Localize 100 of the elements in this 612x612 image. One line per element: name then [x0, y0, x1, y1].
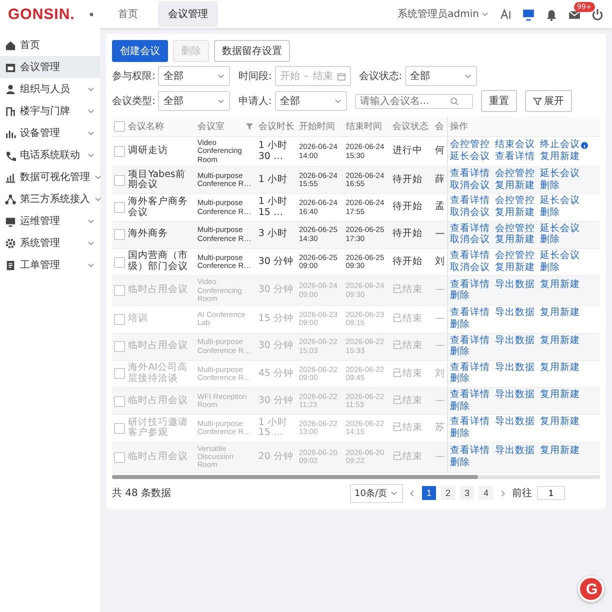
toolbar-button[interactable]: 创建会议 [112, 40, 168, 62]
action-link[interactable]: 延长会议 [540, 196, 580, 208]
user-menu[interactable]: 系统管理员admin [398, 7, 489, 21]
checkbox[interactable] [114, 202, 125, 214]
sidebar-item[interactable]: 首页 [0, 34, 100, 56]
action-link[interactable]: 删除 [450, 428, 470, 440]
action-link[interactable]: 复用新建 [540, 336, 580, 346]
action-link[interactable]: 取消会议 [450, 208, 490, 219]
action-link[interactable]: 删除 [450, 320, 470, 331]
sidebar-item[interactable]: 电话系统联动 [0, 144, 100, 166]
filter-select[interactable]: 全部 [274, 91, 347, 111]
action-link[interactable]: 查看详情 [450, 224, 490, 234]
monitor-icon[interactable] [522, 8, 535, 20]
page-button[interactable]: 4 [479, 486, 493, 500]
action-link[interactable]: 延长会议 [540, 224, 580, 234]
action-link[interactable]: 查看详情 [450, 250, 490, 262]
action-link[interactable]: 查看详情 [450, 446, 490, 457]
action-link[interactable]: 删除 [540, 235, 560, 246]
filter-select[interactable]: 全部 [405, 66, 478, 86]
filter-select[interactable]: 全部 [158, 66, 230, 86]
action-link[interactable]: 取消会议 [450, 180, 490, 192]
action-link[interactable]: 查看详情 [450, 308, 490, 319]
action-link[interactable]: 删除 [540, 180, 560, 192]
action-link[interactable]: 查看详情 [450, 196, 490, 208]
action-link[interactable]: 延长会议 [540, 250, 580, 262]
checkbox[interactable] [114, 341, 125, 352]
action-link[interactable]: 查看详情 [494, 152, 535, 163]
action-link[interactable]: 取消会议 [450, 235, 490, 246]
action-link[interactable]: 复用新建 [540, 152, 580, 163]
action-link[interactable]: 删除 [540, 208, 560, 219]
action-link[interactable]: 复用新建 [540, 280, 580, 290]
action-link[interactable]: 复用新建 [540, 417, 580, 428]
action-link[interactable]: 导出数据 [494, 336, 535, 346]
action-link[interactable]: 复用新建 [494, 208, 535, 219]
action-link[interactable]: 导出数据 [494, 390, 535, 401]
toolbar-button[interactable]: 数据留存设置 [214, 40, 290, 62]
expand-button[interactable]: 展开 [524, 90, 572, 112]
action-link[interactable]: 查看详情 [450, 417, 490, 428]
action-link[interactable]: 会控管控 [494, 169, 535, 180]
action-link[interactable]: 终止会议 [540, 140, 588, 152]
action-link[interactable]: 查看详情 [450, 390, 490, 401]
sidebar-item[interactable]: 会议管理 [0, 56, 100, 78]
checkbox[interactable] [114, 452, 125, 463]
action-link[interactable]: 导出数据 [494, 417, 535, 428]
action-link[interactable]: 延长会议 [450, 152, 490, 163]
action-link[interactable]: 会控管控 [494, 250, 535, 262]
filter-icon[interactable] [245, 122, 254, 131]
action-link[interactable]: 复用新建 [494, 180, 535, 192]
sidebar-item[interactable]: 设备管理 [0, 122, 100, 144]
reset-button[interactable]: 重置 [480, 90, 517, 112]
checkbox[interactable] [114, 174, 125, 186]
page-button[interactable]: 2 [441, 486, 455, 500]
action-link[interactable]: 查看详情 [450, 362, 490, 374]
checkbox[interactable] [114, 314, 125, 325]
sidebar-item[interactable]: 系统管理 [0, 232, 100, 254]
checkbox[interactable] [114, 285, 125, 296]
action-link[interactable]: 会控管控 [450, 140, 490, 152]
action-link[interactable]: 会控管控 [494, 224, 535, 234]
sidebar-item[interactable]: 第三方系统接入 [0, 188, 100, 210]
action-link[interactable]: 复用新建 [540, 390, 580, 401]
action-link[interactable]: 删除 [450, 291, 470, 302]
action-link[interactable]: 删除 [450, 374, 470, 386]
text-size-icon[interactable] [499, 8, 512, 20]
checkbox[interactable] [114, 146, 125, 158]
page-button[interactable]: 1 [422, 486, 436, 500]
action-link[interactable]: 删除 [450, 458, 470, 468]
action-link[interactable]: 导出数据 [494, 362, 535, 374]
action-link[interactable]: 导出数据 [494, 308, 535, 319]
action-link[interactable]: 导出数据 [494, 446, 535, 457]
checkbox[interactable] [114, 229, 125, 240]
checkbox[interactable] [114, 121, 125, 132]
floating-logo-button[interactable]: G [578, 576, 604, 602]
sidebar-item[interactable]: 楼宇与门牌 [0, 100, 100, 122]
checkbox[interactable] [114, 422, 125, 434]
action-link[interactable]: 会控管控 [494, 196, 535, 208]
checkbox[interactable] [114, 368, 125, 380]
action-link[interactable]: 复用新建 [540, 308, 580, 319]
action-link[interactable]: 延长会议 [540, 169, 580, 180]
action-link[interactable]: 查看详情 [450, 336, 490, 346]
page-input[interactable]: 1 [537, 486, 565, 500]
page-size-select[interactable]: 10条/页 [350, 484, 403, 503]
scrollbar[interactable] [112, 474, 600, 479]
action-link[interactable]: 查看详情 [450, 169, 490, 180]
action-link[interactable]: 删除 [450, 402, 470, 412]
checkbox[interactable] [114, 256, 125, 268]
sidebar-item[interactable]: 组织与人员 [0, 78, 100, 100]
nav-tab[interactable]: 首页 [108, 1, 148, 27]
action-link[interactable]: 删除 [540, 262, 560, 274]
action-link[interactable]: 删除 [450, 347, 470, 358]
action-link[interactable]: 导出数据 [494, 280, 535, 290]
action-link[interactable]: 查看详情 [450, 280, 490, 290]
checkbox[interactable] [114, 396, 125, 407]
action-link[interactable]: 复用新建 [540, 446, 580, 457]
sidebar-item[interactable]: 工单管理 [0, 254, 100, 276]
bell-icon[interactable] [545, 8, 558, 20]
action-link[interactable]: 复用新建 [540, 362, 580, 374]
sidebar-item[interactable]: 数据可视化管理 [0, 166, 100, 188]
action-link[interactable]: 复用新建 [494, 235, 535, 246]
action-link[interactable]: 复用新建 [494, 262, 535, 274]
page-button[interactable]: 3 [460, 486, 474, 500]
